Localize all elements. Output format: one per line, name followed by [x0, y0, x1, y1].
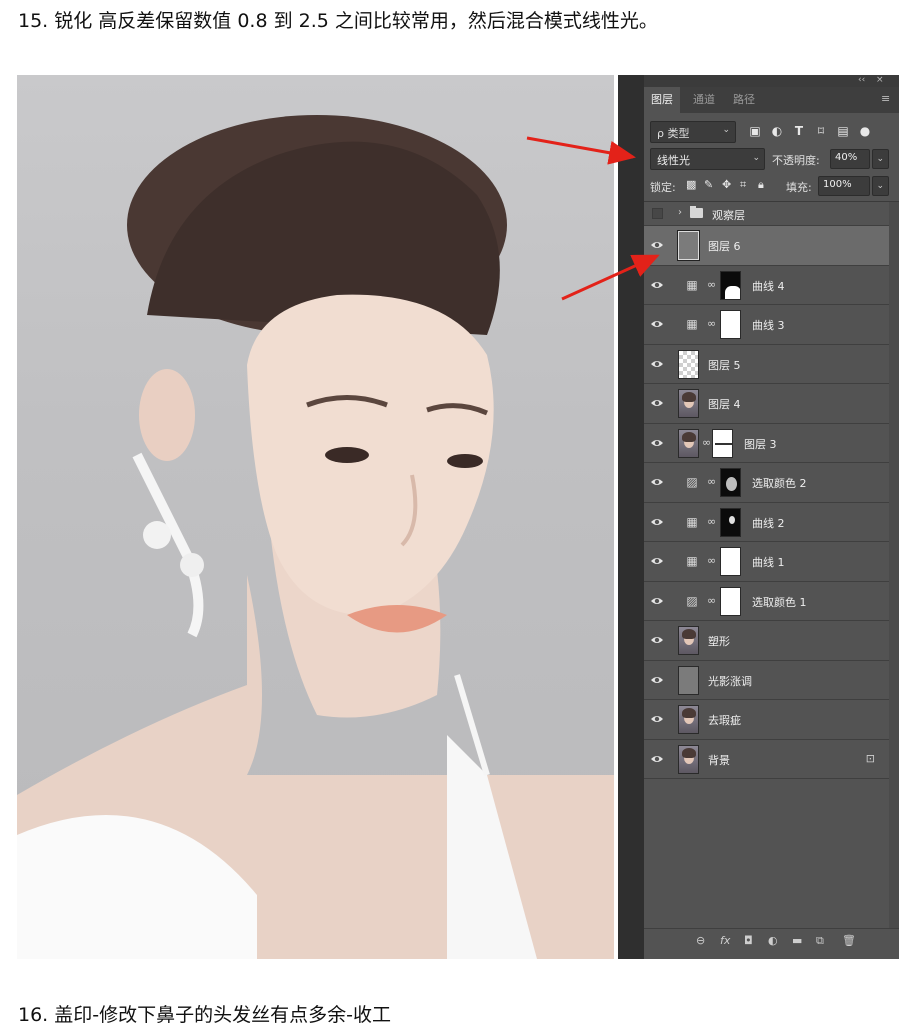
- arrow-to-layer-6: [561, 254, 660, 301]
- step-15-instruction: 15. 锐化 高反差保留数值 0.8 到 2.5 之间比较常用，然后混合模式线性…: [18, 10, 658, 32]
- annotation-arrows: [526, 136, 660, 301]
- screenshot-canvas: ‹‹ × 图层 通道 路径 ≡ ρ 类型 ⌄ ▣ ◐ T ⌑ ▤ ● 线性光 ⌄…: [17, 75, 899, 959]
- arrow-to-blend-mode: [526, 136, 636, 165]
- step-16-instruction: 16. 盖印-修改下鼻子的头发丝有点多余-收工: [18, 1004, 391, 1026]
